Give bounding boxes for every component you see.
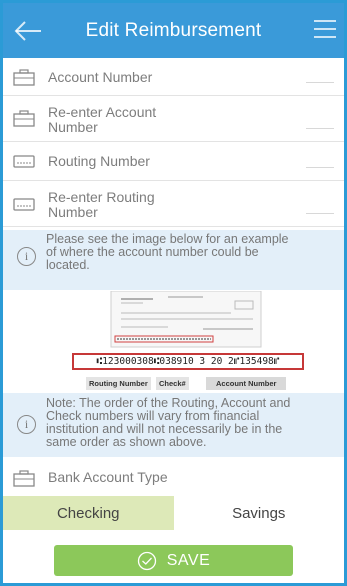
bank-account-icon [13, 110, 35, 127]
account-type-toggle: Checking Savings [3, 496, 344, 530]
routing-number-value[interactable] [306, 167, 334, 168]
account-number-caption: Account Number [206, 377, 287, 390]
routing-number-field[interactable]: Routing Number [3, 142, 344, 181]
micr-line-box: ⑆123000308⑆038910 3 20 2⑈135498⑈ [72, 353, 304, 370]
account-number-label: Account Number [48, 69, 153, 85]
routing-card-icon [13, 198, 35, 211]
reenter-account-number-value[interactable] [306, 128, 334, 129]
bank-account-type-label: Bank Account Type [48, 469, 168, 485]
save-button[interactable]: SAVE [54, 545, 293, 576]
reenter-routing-number-label: Re-enter Routing Number [48, 189, 155, 220]
bank-account-icon [13, 69, 35, 86]
app-header: Edit Reimbursement [3, 3, 344, 58]
savings-option[interactable]: Savings [174, 496, 345, 530]
reenter-routing-number-value[interactable] [306, 213, 334, 214]
reenter-account-number-label: Re-enter Account Number [48, 104, 157, 135]
info-icon: i [17, 415, 36, 434]
account-number-field[interactable]: Account Number [3, 58, 344, 96]
bank-account-type-row: Bank Account Type [3, 458, 344, 496]
check-number-caption: Check# [156, 377, 189, 390]
routing-card-icon [13, 155, 35, 168]
info-icon: i [17, 247, 36, 266]
check-label-row: Routing Number Check# Account Number [86, 375, 308, 390]
number-order-note: i Note: The order of the Routing, Accoun… [3, 393, 344, 457]
account-number-value[interactable] [306, 82, 334, 83]
hamburger-menu-icon[interactable] [314, 20, 336, 40]
reenter-account-number-field[interactable]: Re-enter Account Number [3, 96, 344, 142]
checking-option[interactable]: Checking [3, 496, 174, 530]
routing-number-caption: Routing Number [86, 377, 151, 390]
save-label: SAVE [166, 551, 211, 569]
checkmark-circle-icon [137, 551, 156, 570]
reenter-routing-number-field[interactable]: Re-enter Routing Number [3, 181, 344, 227]
page-title: Edit Reimbursement [85, 20, 262, 41]
routing-number-label: Routing Number [48, 153, 150, 169]
account-number-info: i Please see the image below for an exam… [3, 230, 344, 290]
bank-account-icon [13, 470, 35, 487]
